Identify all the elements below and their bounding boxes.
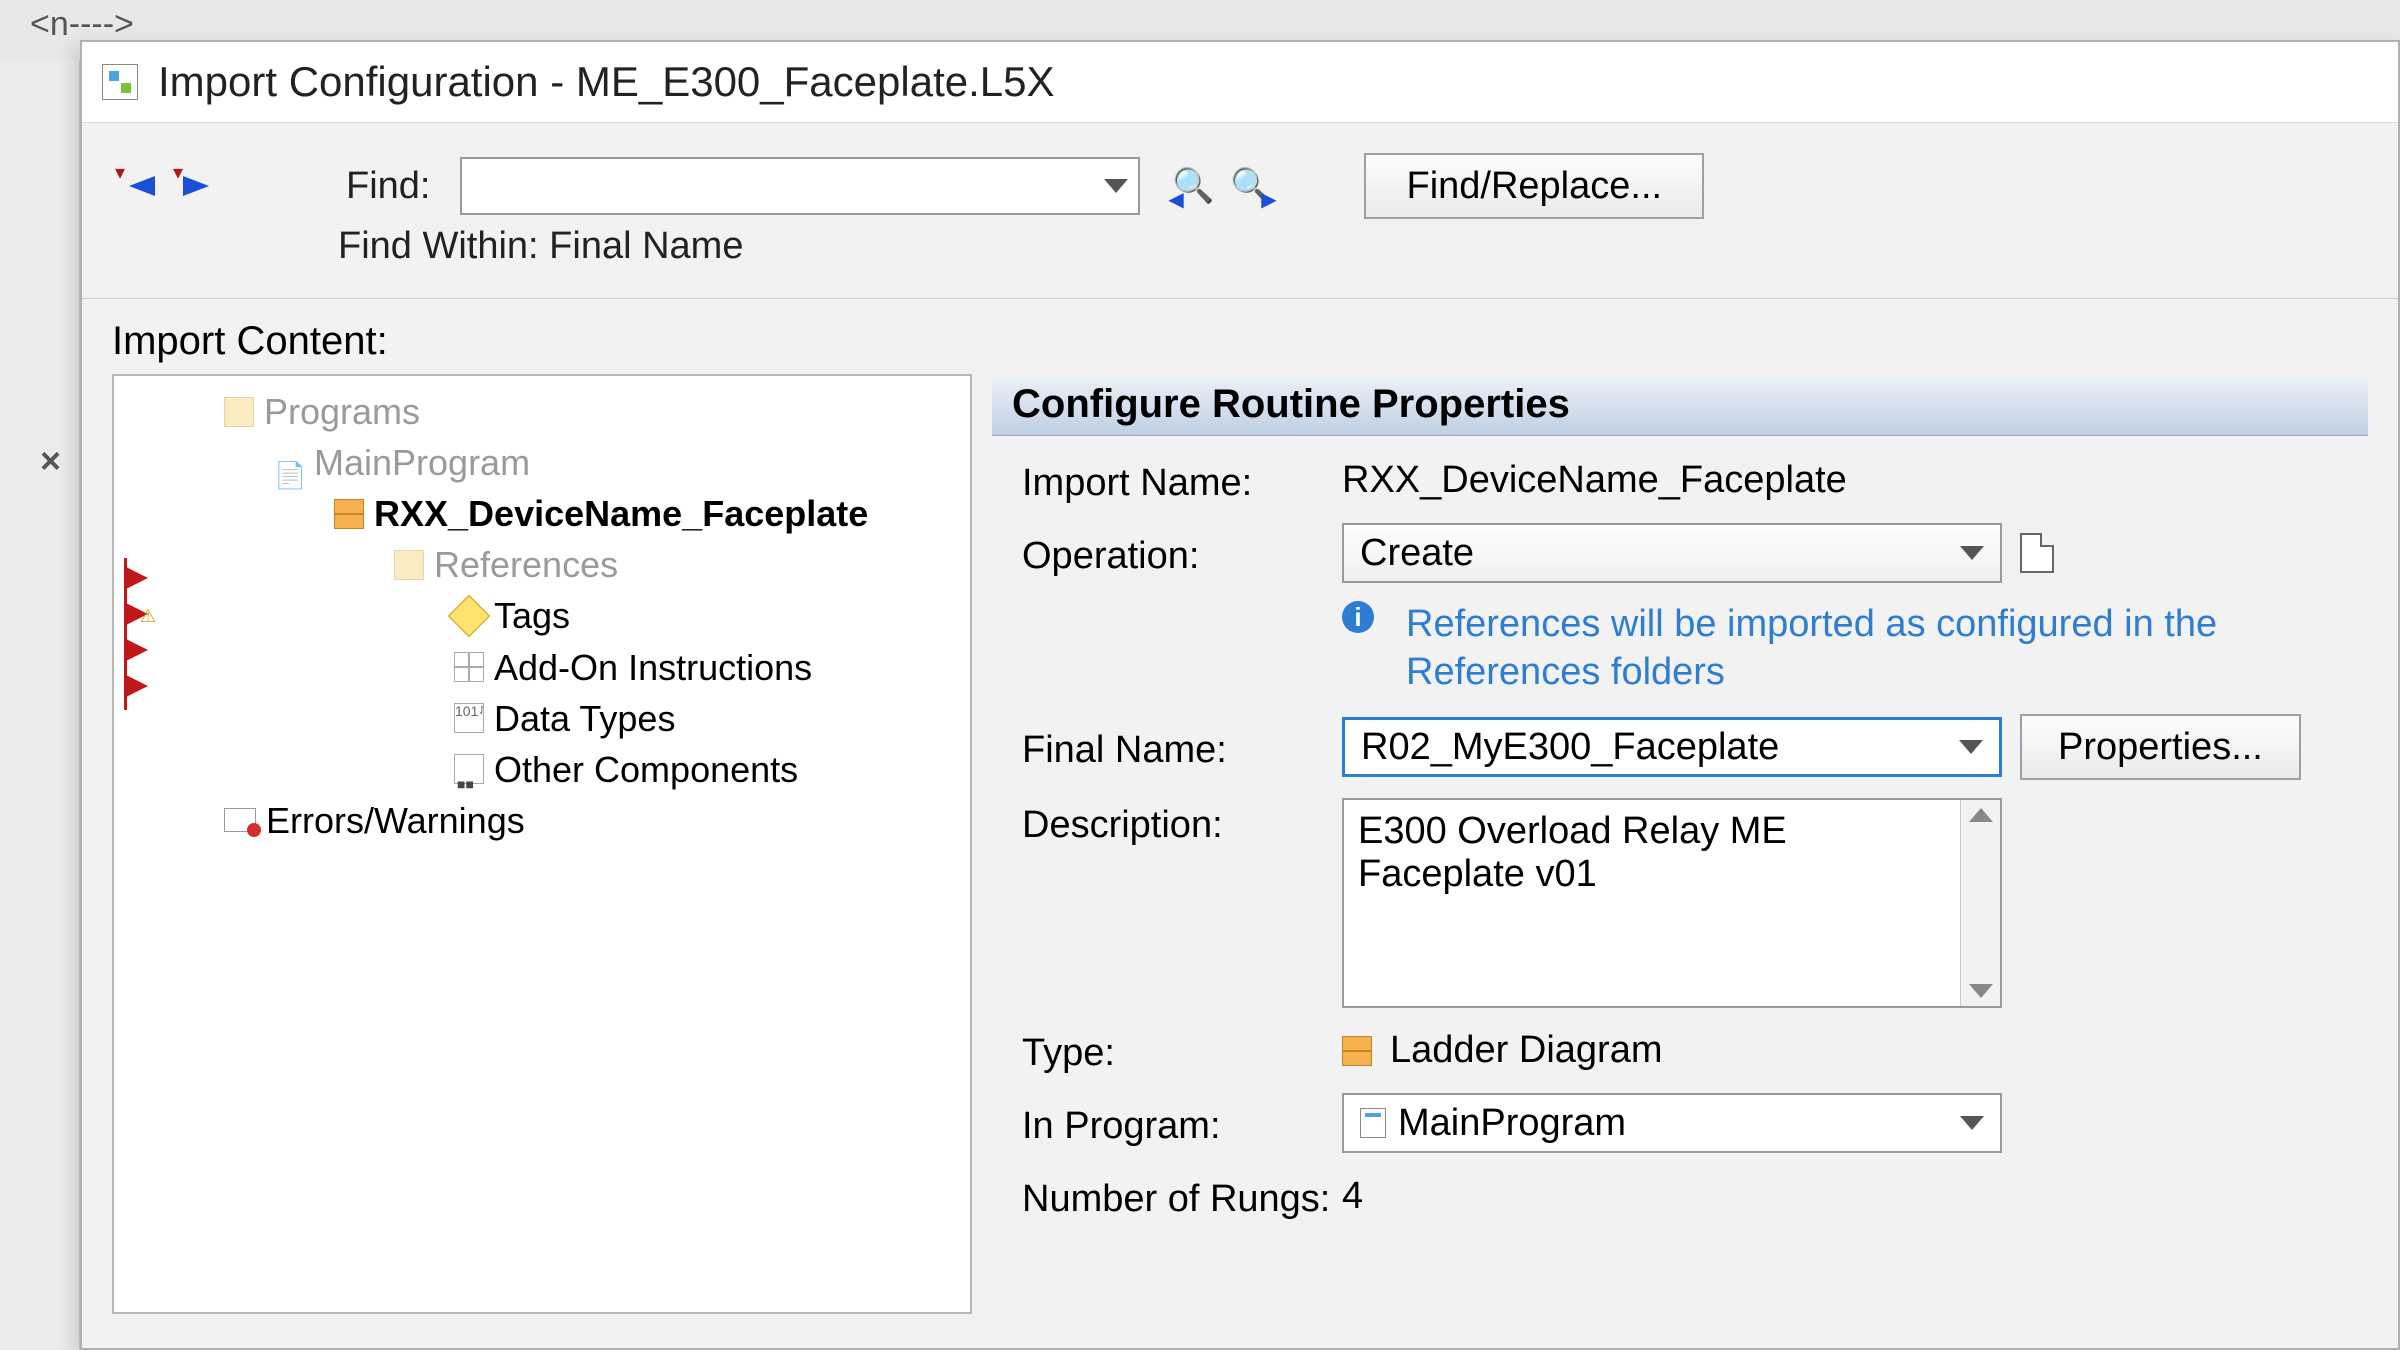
info-icon: i	[1342, 601, 1374, 633]
tree-label: Add-On Instructions	[494, 642, 812, 693]
components-icon	[454, 754, 484, 784]
tree-label: Tags	[494, 590, 570, 641]
binoculars-icon: 🔍▶	[1230, 166, 1272, 206]
tree-label: MainProgram	[314, 437, 530, 488]
tree-node-tags[interactable]: Tags	[454, 590, 970, 641]
rungs-label: Number of Rungs:	[1022, 1171, 1342, 1223]
in-program-combobox[interactable]: MainProgram	[1342, 1093, 2002, 1153]
import-name-label: Import Name:	[1022, 456, 1342, 505]
tree-node-mainprogram[interactable]: MainProgram	[274, 437, 970, 488]
find-next-button[interactable]: ▾	[170, 163, 216, 209]
type-label: Type:	[1022, 1026, 1342, 1075]
chevron-down-icon	[1960, 1116, 1984, 1130]
dialog-body: ▾ ▾ Find: 🔍◀ 🔍▶ Fi	[82, 122, 2398, 1348]
tree-node-routine[interactable]: RXX_DeviceName_Faceplate	[334, 488, 970, 539]
find-toolbar: ▾ ▾ Find: 🔍◀ 🔍▶ Fi	[112, 153, 2368, 219]
flag-icon	[124, 566, 148, 590]
app-icon	[102, 64, 138, 100]
find-next-all-button[interactable]: 🔍▶	[1228, 163, 1274, 209]
program-icon	[1360, 1108, 1386, 1138]
tree-label: Programs	[264, 386, 420, 437]
background-side-panel: ×	[0, 60, 80, 1350]
import-content-tree[interactable]: Programs MainProgram RXX_DeviceName_Face…	[112, 374, 972, 1314]
folder-icon	[394, 550, 424, 580]
tree-label: RXX_DeviceName_Faceplate	[374, 488, 868, 539]
tree-label: Data Types	[494, 693, 675, 744]
chevron-up-icon	[1969, 808, 1993, 822]
tree-label: References	[434, 539, 618, 590]
find-label: Find:	[346, 165, 430, 208]
operation-value: Create	[1360, 532, 1474, 575]
tree-node-references[interactable]: References	[394, 539, 970, 590]
folder-icon	[224, 397, 254, 427]
new-document-icon[interactable]	[2020, 533, 2054, 573]
close-icon[interactable]: ×	[40, 440, 61, 482]
description-textarea[interactable]	[1344, 800, 1960, 1006]
binoculars-icon: 🔍◀	[1172, 166, 1214, 206]
tree-node-errors[interactable]: Errors/Warnings	[224, 795, 970, 846]
find-combobox[interactable]	[460, 157, 1140, 215]
find-prev-button[interactable]: ▾	[112, 163, 158, 209]
dialog-title: Import Configuration - ME_E300_Faceplate…	[158, 58, 1055, 106]
program-icon	[274, 448, 304, 478]
tree-gutter-flags	[124, 566, 164, 698]
errors-icon	[224, 808, 256, 832]
find-replace-button[interactable]: Find/Replace...	[1364, 153, 1704, 219]
dialog-titlebar: Import Configuration - ME_E300_Faceplate…	[82, 42, 2398, 122]
rungs-value: 4	[1342, 1175, 2338, 1218]
addon-instruction-icon	[454, 652, 484, 682]
tree-node-datatypes[interactable]: Data Types	[454, 693, 970, 744]
separator	[82, 298, 2398, 299]
bg-tag-text: <n---->	[30, 5, 134, 43]
ladder-icon	[334, 499, 364, 529]
find-within-label: Find Within: Final Name	[338, 225, 2368, 268]
ladder-icon	[1342, 1036, 1372, 1066]
description-textarea-wrap	[1342, 798, 2002, 1008]
tree-node-programs[interactable]: Programs	[224, 386, 970, 437]
chevron-down-icon	[1960, 546, 1984, 560]
find-prev-all-button[interactable]: 🔍◀	[1170, 163, 1216, 209]
chevron-down-icon	[1104, 179, 1128, 193]
scrollbar[interactable]	[1960, 800, 2000, 1006]
operation-info-text: References will be imported as configure…	[1406, 601, 2338, 696]
flag-warning-icon	[124, 602, 148, 626]
properties-header: Configure Routine Properties	[992, 374, 2368, 436]
tree-node-aoi[interactable]: Add-On Instructions	[454, 642, 970, 693]
tag-icon	[448, 595, 490, 637]
datatype-icon	[454, 703, 484, 733]
in-program-label: In Program:	[1022, 1099, 1342, 1148]
operation-combobox[interactable]: Create	[1342, 523, 2002, 583]
in-program-value: MainProgram	[1398, 1102, 1626, 1145]
chevron-down-icon	[1969, 984, 1993, 998]
flag-icon	[124, 638, 148, 662]
tree-node-other[interactable]: Other Components	[454, 744, 970, 795]
tree-label: Errors/Warnings	[266, 795, 525, 846]
final-name-combobox[interactable]: R02_MyE300_Faceplate	[1342, 717, 2002, 777]
flag-icon: ▾	[115, 160, 125, 185]
properties-pane: Configure Routine Properties Import Name…	[992, 374, 2368, 1314]
import-configuration-dialog: Import Configuration - ME_E300_Faceplate…	[80, 40, 2400, 1350]
operation-label: Operation:	[1022, 529, 1342, 578]
chevron-down-icon	[1959, 740, 1983, 754]
final-name-value: R02_MyE300_Faceplate	[1361, 726, 1779, 769]
import-content-label: Import Content:	[112, 319, 2368, 364]
final-name-label: Final Name:	[1022, 723, 1342, 772]
flag-icon	[124, 674, 148, 698]
properties-button[interactable]: Properties...	[2020, 714, 2301, 780]
flag-icon: ▾	[173, 160, 183, 185]
description-label: Description:	[1022, 798, 1342, 847]
type-value: Ladder Diagram	[1390, 1029, 1662, 1072]
tree-label: Other Components	[494, 744, 798, 795]
import-name-value: RXX_DeviceName_Faceplate	[1342, 459, 2338, 502]
